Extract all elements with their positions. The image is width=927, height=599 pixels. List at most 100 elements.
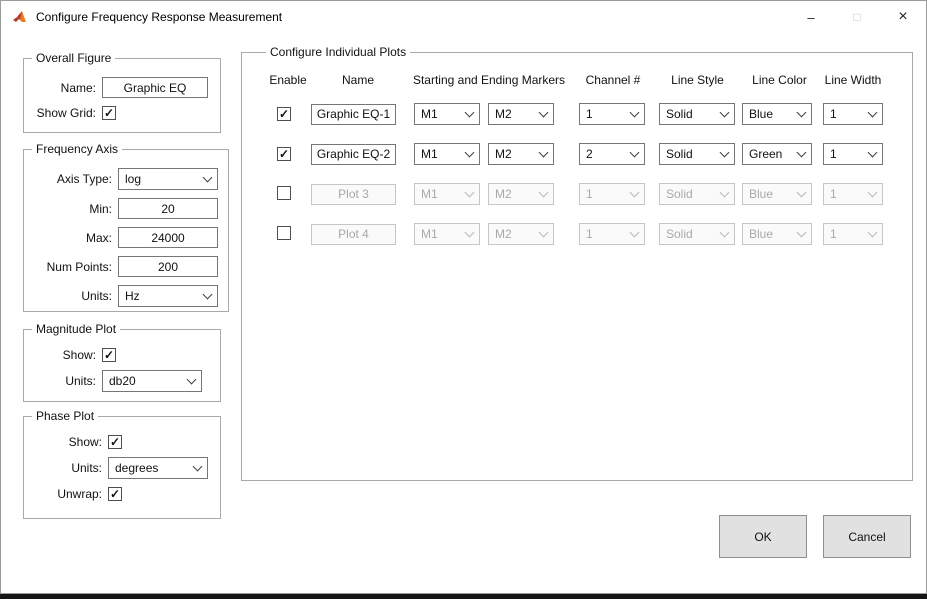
freq-units-select[interactable]: Hz [118, 285, 218, 307]
chevron-down-icon [193, 461, 203, 471]
chevron-down-icon [720, 107, 730, 117]
freq-units-value: Hz [125, 289, 140, 303]
channel-value: 1 [586, 107, 593, 121]
min-input[interactable] [118, 198, 218, 219]
marker-end-value: M2 [495, 227, 512, 241]
plot1-channel-select[interactable]: 1 [579, 103, 645, 125]
plot2-line-style-select[interactable]: Solid [659, 143, 735, 165]
plot2-line-color-select[interactable]: Green [742, 143, 812, 165]
chevron-down-icon [797, 227, 807, 237]
individual-plots-legend: Configure Individual Plots [266, 45, 410, 59]
max-input[interactable] [118, 227, 218, 248]
phase-plot-group: Phase Plot Show: Units: degrees Unwrap: [23, 409, 221, 519]
chevron-down-icon [630, 107, 640, 117]
plot3-marker-end-select: M2 [488, 183, 554, 205]
overall-figure-group: Overall Figure Name: Show Grid: [23, 51, 221, 133]
plot2-line-width-select[interactable]: 1 [823, 143, 883, 165]
line-width-value: 1 [830, 187, 837, 201]
title-bar: Configure Frequency Response Measurement… [1, 1, 926, 33]
header-line-color: Line Color [739, 73, 820, 87]
plot3-marker-start-select: M1 [414, 183, 480, 205]
plot1-line-width-select[interactable]: 1 [823, 103, 883, 125]
chevron-down-icon [868, 187, 878, 197]
plot3-channel-select: 1 [579, 183, 645, 205]
unwrap-label: Unwrap: [34, 487, 102, 501]
channel-value: 1 [586, 227, 593, 241]
minimize-button[interactable]: – [788, 1, 834, 33]
plot2-channel-select[interactable]: 2 [579, 143, 645, 165]
plot1-line-color-select[interactable]: Blue [742, 103, 812, 125]
plot1-marker-end-select[interactable]: M2 [488, 103, 554, 125]
frequency-axis-legend: Frequency Axis [32, 142, 122, 156]
plot4-channel-select: 1 [579, 223, 645, 245]
chevron-down-icon [465, 107, 475, 117]
plot1-enable-checkbox[interactable] [277, 107, 291, 121]
overall-figure-legend: Overall Figure [32, 51, 115, 65]
header-line-width: Line Width [820, 73, 886, 87]
plot2-marker-start-select[interactable]: M1 [414, 143, 480, 165]
axis-type-value: log [125, 172, 141, 186]
plot-row: M1 M2 1 Solid Blue 1 [268, 183, 902, 205]
marker-end-value: M2 [495, 107, 512, 121]
chevron-down-icon [868, 107, 878, 117]
plot-row: M1 M2 2 Solid Green 1 [268, 143, 902, 165]
maximize-button: □ [834, 1, 880, 33]
chevron-down-icon [868, 147, 878, 157]
unwrap-checkbox[interactable] [108, 487, 122, 501]
dialog-window: Configure Frequency Response Measurement… [0, 0, 927, 594]
magnitude-plot-group: Magnitude Plot Show: Units: db20 [23, 322, 221, 402]
line-color-value: Green [749, 147, 782, 161]
marker-end-value: M2 [495, 147, 512, 161]
plot4-line-color-select: Blue [742, 223, 812, 245]
chevron-down-icon [720, 147, 730, 157]
axis-type-select[interactable]: log [118, 168, 218, 190]
individual-plots-group: Configure Individual Plots Enable Name S… [241, 45, 913, 481]
name-label: Name: [34, 81, 96, 95]
chevron-down-icon [539, 187, 549, 197]
min-label: Min: [34, 202, 112, 216]
marker-start-value: M1 [421, 187, 438, 201]
magnitude-units-label: Units: [34, 374, 96, 388]
plot4-enable-checkbox[interactable] [277, 226, 291, 240]
figure-name-input[interactable] [102, 77, 208, 98]
window-controls: – □ × [788, 1, 926, 33]
plot2-marker-end-select[interactable]: M2 [488, 143, 554, 165]
chevron-down-icon [539, 227, 549, 237]
plot3-enable-checkbox[interactable] [277, 186, 291, 200]
num-points-input[interactable] [118, 256, 218, 277]
show-grid-checkbox[interactable] [102, 106, 116, 120]
freq-units-label: Units: [34, 289, 112, 303]
phase-show-label: Show: [34, 435, 102, 449]
num-points-label: Num Points: [34, 260, 112, 274]
frequency-axis-group: Frequency Axis Axis Type: log Min: Max: … [23, 142, 229, 312]
chevron-down-icon [465, 147, 475, 157]
chevron-down-icon [539, 107, 549, 117]
ok-button[interactable]: OK [719, 515, 807, 558]
plot1-name-input[interactable] [311, 104, 396, 125]
phase-units-select[interactable]: degrees [108, 457, 208, 479]
header-line-style: Line Style [656, 73, 739, 87]
plot2-name-input[interactable] [311, 144, 396, 165]
magnitude-plot-legend: Magnitude Plot [32, 322, 120, 336]
magnitude-show-checkbox[interactable] [102, 348, 116, 362]
magnitude-units-value: db20 [109, 374, 136, 388]
window-title: Configure Frequency Response Measurement [36, 10, 282, 24]
plot1-line-style-select[interactable]: Solid [659, 103, 735, 125]
plot4-marker-end-select: M2 [488, 223, 554, 245]
plot3-line-color-select: Blue [742, 183, 812, 205]
magnitude-units-select[interactable]: db20 [102, 370, 202, 392]
plot1-marker-start-select[interactable]: M1 [414, 103, 480, 125]
phase-show-checkbox[interactable] [108, 435, 122, 449]
close-button[interactable]: × [880, 1, 926, 33]
plot3-line-width-select: 1 [823, 183, 883, 205]
chevron-down-icon [797, 147, 807, 157]
phase-plot-legend: Phase Plot [32, 409, 98, 423]
plot2-enable-checkbox[interactable] [277, 147, 291, 161]
max-label: Max: [34, 231, 112, 245]
cancel-button[interactable]: Cancel [823, 515, 911, 558]
line-width-value: 1 [830, 147, 837, 161]
chevron-down-icon [630, 187, 640, 197]
plots-header-row: Enable Name Starting and Ending Markers … [268, 73, 902, 87]
plot-row: M1 M2 1 Solid Blue 1 [268, 103, 902, 125]
line-style-value: Solid [666, 187, 693, 201]
